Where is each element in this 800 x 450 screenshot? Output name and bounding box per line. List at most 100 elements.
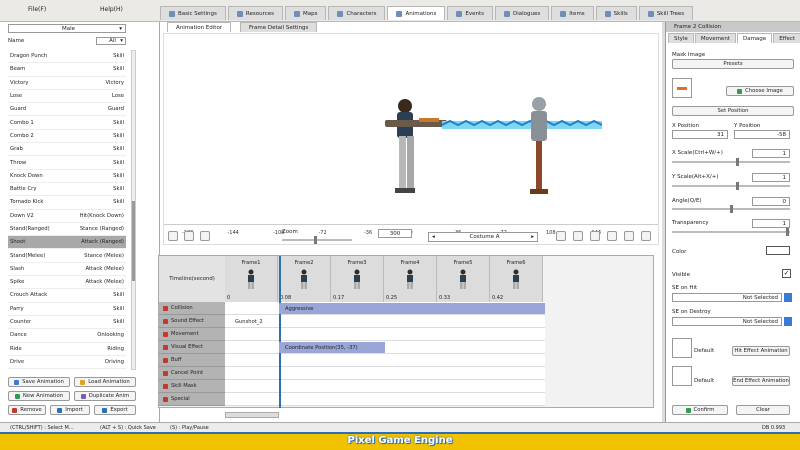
list-item[interactable]: Stand(Melee) Stance (Melee) [8, 249, 126, 263]
list-item[interactable]: Grab Skill [8, 143, 126, 157]
list-item[interactable]: Dance Onlooking [8, 329, 126, 343]
track-collision[interactable]: Collision [159, 302, 225, 315]
se-on-destroy-select[interactable]: Not Selected [672, 317, 782, 326]
tool-icon-5[interactable] [624, 231, 634, 241]
collision-clip[interactable]: Aggressive [279, 303, 545, 314]
track-skill-mask[interactable]: Skill Mask [159, 380, 225, 393]
frame-header[interactable]: Frame6 0.42 [490, 256, 543, 302]
frame-header[interactable]: Frame3 0.17 [331, 256, 384, 302]
angle-thumb[interactable] [730, 205, 733, 213]
frame-header[interactable]: Frame5 0.33 [437, 256, 490, 302]
zoom-input[interactable]: 300 [378, 229, 412, 238]
tool-icon-3[interactable] [590, 231, 600, 241]
transparency-slider[interactable] [672, 228, 790, 236]
list-item[interactable]: Spike Attack (Melee) [8, 276, 126, 290]
animation-preview-canvas[interactable]: -180-144-108-72-3603672108144 [163, 33, 659, 245]
y-scale-thumb[interactable] [736, 182, 739, 190]
se-on-hit-play-icon[interactable] [784, 293, 792, 302]
subtab-animation-editor[interactable]: Animation Editor [167, 22, 232, 32]
x-scale-slider[interactable] [672, 158, 790, 166]
tab-dialogues[interactable]: Dialogues [495, 6, 550, 20]
list-item[interactable]: Combo 2 Skill [8, 130, 126, 144]
list-item[interactable]: Victory Victory [8, 77, 126, 90]
list-item[interactable]: Drive Driving [8, 356, 126, 370]
export-button[interactable]: Export [94, 405, 136, 415]
list-item[interactable]: Down V2 Hit(Knock Down) [8, 210, 126, 223]
tab-resources[interactable]: Resources [227, 6, 283, 20]
chevron-left-icon[interactable]: ◂ [432, 234, 435, 240]
y-scale-input[interactable]: 1 [752, 173, 790, 182]
frame-header[interactable]: Frame2 0.08 [278, 256, 331, 302]
list-item[interactable]: Ride Riding [8, 343, 126, 356]
load-animation-button[interactable]: Load Animation [74, 377, 136, 387]
frame-header[interactable]: Frame1 0 [225, 256, 278, 302]
se-on-hit-select[interactable]: Not Selected [672, 293, 782, 302]
y-scale-slider[interactable] [672, 182, 790, 190]
list-item[interactable]: Throw Skill [8, 156, 126, 170]
list-item[interactable]: Lose Lose [8, 90, 126, 104]
list-item[interactable]: Counter Skill [8, 316, 126, 330]
clear-button[interactable]: Clear [736, 405, 790, 415]
sound-clip[interactable]: Gunshot_2 [227, 316, 277, 327]
property-tab-effect[interactable]: Effect [773, 33, 800, 43]
track-cancel-point[interactable]: Cancel Point [159, 367, 225, 380]
track-visual-effect[interactable]: Visual Effect [159, 341, 225, 354]
choose-image-button[interactable]: Choose Image [726, 86, 794, 96]
track-buff[interactable]: Buff [159, 354, 225, 367]
play-icon[interactable] [168, 231, 178, 241]
list-item[interactable]: Crouch Attack Skill [8, 289, 126, 303]
angle-slider[interactable] [672, 205, 790, 213]
tool-icon-4[interactable] [607, 231, 617, 241]
costume-select[interactable]: ◂ Costume A ▸ [428, 232, 538, 242]
transparency-thumb[interactable] [786, 228, 789, 236]
tab-skills[interactable]: Skills [595, 6, 637, 20]
import-button[interactable]: Import [50, 405, 90, 415]
list-item[interactable]: Stand(Ranged) Stance (Ranged) [8, 223, 126, 237]
visual-effect-clip[interactable]: Coordinate Position(35, -37) [279, 342, 385, 353]
list-item[interactable]: Battle Cry Skill [8, 183, 126, 197]
list-item[interactable]: Combo 1 Skill [8, 116, 126, 130]
list-item[interactable]: Shoot Attack (Ranged) [8, 236, 126, 250]
tab-skill-trees[interactable]: Skill Trees [638, 6, 694, 20]
x-scale-input[interactable]: 1 [752, 149, 790, 158]
x-position-input[interactable]: 31 [672, 130, 728, 139]
property-tab-movement[interactable]: Movement [694, 33, 736, 43]
tab-animations[interactable]: Animations [387, 6, 446, 20]
chevron-right-icon[interactable]: ▸ [531, 234, 534, 240]
presets-select[interactable]: Presets [672, 59, 794, 69]
tab-basic-settings[interactable]: Basic Settings [160, 6, 226, 20]
track-sound-effect[interactable]: Sound Effect [159, 315, 225, 328]
gender-filter-select[interactable]: Male ▾ [8, 24, 126, 33]
scrollbar-thumb[interactable] [132, 201, 135, 281]
tab-maps[interactable]: Maps [284, 6, 327, 20]
remove-button[interactable]: Remove [8, 405, 46, 415]
list-item[interactable]: Slash Attack (Melee) [8, 263, 126, 277]
tab-characters[interactable]: Characters [328, 6, 386, 20]
end-effect-thumbnail[interactable] [672, 366, 692, 386]
reset-icon[interactable] [200, 231, 210, 241]
list-scrollbar[interactable] [131, 50, 136, 370]
track-special[interactable]: Special [159, 393, 225, 406]
color-swatch[interactable] [766, 246, 790, 255]
tool-icon-2[interactable] [573, 231, 583, 241]
save-animation-button[interactable]: Save Animation [8, 377, 70, 387]
type-filter-select[interactable]: All ▾ [96, 37, 126, 45]
set-position-button[interactable]: Set Position [672, 106, 794, 116]
hit-effect-thumbnail[interactable] [672, 338, 692, 358]
property-tab-damage[interactable]: Damage [736, 33, 773, 43]
loop-icon[interactable] [184, 231, 194, 241]
frame-header[interactable]: Frame4 0.25 [384, 256, 437, 302]
se-on-destroy-play-icon[interactable] [784, 317, 792, 326]
tab-items[interactable]: Items [551, 6, 594, 20]
playhead[interactable] [279, 256, 281, 408]
tab-events[interactable]: Events [447, 6, 494, 20]
mask-image-thumbnail[interactable] [672, 78, 692, 98]
duplicate-animation-button[interactable]: Duplicate Anim [74, 391, 136, 401]
y-position-input[interactable]: -58 [734, 130, 790, 139]
list-item[interactable]: Knock Down Skill [8, 170, 126, 183]
subtab-frame-detail[interactable]: Frame Detail Settings [240, 22, 318, 32]
transparency-input[interactable]: 1 [752, 219, 790, 228]
hit-effect-animation-button[interactable]: Hit Effect Animation [732, 346, 790, 356]
new-animation-button[interactable]: New Animation [8, 391, 70, 401]
list-item[interactable]: Guard Guard [8, 103, 126, 117]
